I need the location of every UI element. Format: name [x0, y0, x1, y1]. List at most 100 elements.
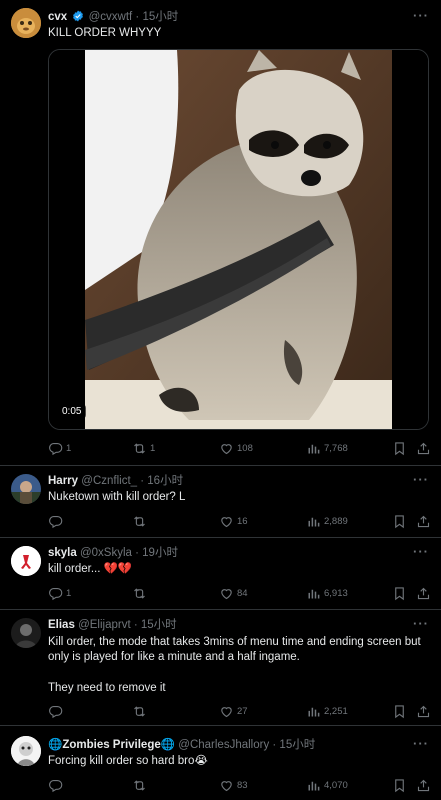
tweet-text: Forcing kill order so hard bro😭: [48, 755, 208, 767]
avatar-image: [11, 474, 41, 504]
bookmark-button[interactable]: [392, 776, 407, 794]
like-count: 83: [237, 779, 248, 791]
bookmark-button[interactable]: [392, 702, 407, 720]
views-count: 7,768: [324, 442, 348, 454]
tweet-text-paragraph-2: They need to remove it: [48, 682, 166, 694]
bookmark-button[interactable]: [392, 512, 407, 530]
tweet-actions: 1 84 6,913: [44, 584, 432, 602]
avatar-image: [11, 8, 41, 38]
retweet-button[interactable]: 1: [132, 439, 155, 457]
author-handle[interactable]: @Elijaprvt: [78, 619, 131, 631]
like-button[interactable]: 108: [219, 439, 253, 457]
views-button[interactable]: 2,251: [306, 702, 348, 720]
share-button[interactable]: [416, 512, 431, 530]
reply-icon: [48, 514, 63, 529]
author-name[interactable]: Harry: [48, 475, 78, 487]
verified-badge-icon: [73, 10, 84, 22]
author-name[interactable]: 🌐Zombies Privilege🌐: [48, 739, 175, 751]
like-button[interactable]: 27: [219, 702, 248, 720]
heart-icon: [219, 586, 234, 601]
like-button[interactable]: 83: [219, 776, 248, 794]
share-button[interactable]: [416, 439, 431, 457]
retweet-button[interactable]: [132, 702, 150, 720]
avatar-zombies-privilege[interactable]: [11, 736, 41, 766]
tweet-time[interactable]: · 16小时: [140, 475, 183, 487]
like-button[interactable]: 84: [219, 584, 248, 602]
more-options-icon[interactable]: ···: [413, 736, 429, 751]
tweet-time[interactable]: · 15小时: [135, 11, 178, 23]
tweet-main[interactable]: cvx @cvxwtf · 15小时 ··· KILL ORDER WHYYY: [0, 0, 441, 466]
author-handle[interactable]: @0xSkyla: [80, 547, 132, 559]
like-count: 16: [237, 515, 248, 527]
video-frame-raccoon: [49, 50, 428, 429]
share-button[interactable]: [416, 776, 431, 794]
tweet-actions: 83 4,070: [44, 776, 432, 794]
author-name[interactable]: Elias: [48, 619, 75, 631]
reply-button[interactable]: [48, 702, 66, 720]
retweet-button[interactable]: [132, 512, 150, 530]
tweet-actions: 16 2,889: [44, 512, 432, 530]
share-icon: [416, 441, 431, 456]
tweet-text: Kill order, the mode that takes 3mins of…: [48, 636, 421, 663]
author-handle[interactable]: @cvxwtf: [89, 11, 133, 23]
more-options-icon[interactable]: ···: [413, 616, 429, 631]
reply-tweet[interactable]: skyla @0xSkyla · 19小时 ··· kill order... …: [0, 538, 441, 610]
share-icon: [416, 778, 431, 793]
like-button[interactable]: 16: [219, 512, 248, 530]
retweet-button[interactable]: [132, 584, 150, 602]
tweet-text: kill order... 💔💔: [48, 563, 133, 575]
heart-icon: [219, 704, 234, 719]
reply-tweet[interactable]: 🌐Zombies Privilege🌐 @CharlesJhallory · 1…: [0, 726, 441, 800]
avatar-skyla[interactable]: [11, 546, 41, 576]
bookmark-icon: [392, 704, 407, 719]
reply-icon: [48, 704, 63, 719]
like-count: 84: [237, 587, 248, 599]
share-button[interactable]: [416, 702, 431, 720]
tweet-time[interactable]: · 15小时: [272, 739, 315, 751]
retweet-button[interactable]: [132, 776, 150, 794]
author-handle[interactable]: @CharlesJhallory: [178, 739, 269, 751]
views-button[interactable]: 6,913: [306, 584, 348, 602]
tweet-header: Harry @Cznflict_ · 16小时: [48, 474, 183, 488]
tweet-video[interactable]: 0:05: [48, 49, 429, 430]
views-icon: [306, 514, 321, 529]
bookmark-button[interactable]: [392, 584, 407, 602]
reply-tweet[interactable]: Elias @Elijaprvt · 15小时 ··· Kill order, …: [0, 610, 441, 726]
reply-tweet[interactable]: Harry @Cznflict_ · 16小时 ··· Nuketown wit…: [0, 466, 441, 538]
bookmark-icon: [392, 514, 407, 529]
reply-button[interactable]: [48, 776, 66, 794]
retweet-icon: [132, 441, 147, 456]
tweet-header: skyla @0xSkyla · 19小时: [48, 546, 178, 560]
more-options-icon[interactable]: ···: [413, 544, 429, 559]
reply-button[interactable]: 1: [48, 439, 71, 457]
author-name[interactable]: cvx: [48, 11, 67, 23]
author-name[interactable]: skyla: [48, 547, 77, 559]
views-count: 6,913: [324, 587, 348, 599]
tweet-header: 🌐Zombies Privilege🌐 @CharlesJhallory · 1…: [48, 738, 315, 752]
avatar-harry[interactable]: [11, 474, 41, 504]
tweet-time[interactable]: · 15小时: [134, 619, 177, 631]
avatar-cvx[interactable]: [11, 8, 41, 38]
views-icon: [306, 778, 321, 793]
reply-button[interactable]: 1: [48, 584, 71, 602]
bookmark-button[interactable]: [392, 439, 407, 457]
more-options-icon[interactable]: ···: [413, 8, 429, 23]
retweet-icon: [132, 586, 147, 601]
tweet-text: Nuketown with kill order? L: [48, 491, 186, 503]
retweet-icon: [132, 704, 147, 719]
views-button[interactable]: 7,768: [306, 439, 348, 457]
avatar-image: [11, 736, 41, 766]
author-handle[interactable]: @Cznflict_: [81, 475, 137, 487]
share-button[interactable]: [416, 584, 431, 602]
views-button[interactable]: 4,070: [306, 776, 348, 794]
tweet-text: KILL ORDER WHYYY: [48, 27, 162, 39]
retweet-icon: [132, 514, 147, 529]
reply-button[interactable]: [48, 512, 66, 530]
heart-icon: [219, 514, 234, 529]
tweet-time[interactable]: · 19小时: [135, 547, 178, 559]
share-icon: [416, 514, 431, 529]
views-button[interactable]: 2,889: [306, 512, 348, 530]
avatar-elias[interactable]: [11, 618, 41, 648]
views-icon: [306, 441, 321, 456]
more-options-icon[interactable]: ···: [413, 472, 429, 487]
